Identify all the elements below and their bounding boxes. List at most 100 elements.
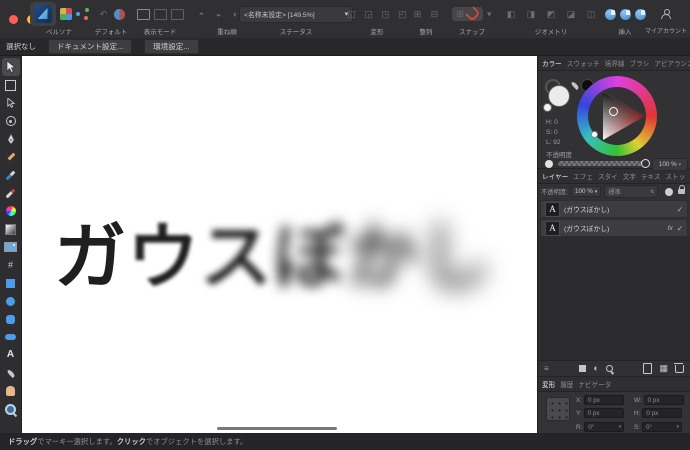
designer-persona-button[interactable] [29, 2, 56, 26]
close-window-button[interactable] [9, 15, 18, 24]
corner-tool[interactable] [2, 112, 20, 130]
text-tool[interactable]: A [2, 346, 20, 364]
paint-brush-tool[interactable] [2, 184, 20, 202]
view-tool[interactable] [2, 382, 20, 400]
document-selector-dropdown[interactable]: <名称未設定> [149.5%] ▾ [239, 5, 353, 23]
geometry-intersect-icon[interactable]: ◩ [545, 8, 558, 20]
transparency-tool[interactable] [2, 220, 20, 238]
move-forward-icon[interactable]: ◒ [212, 8, 225, 20]
snapping-toggle-button[interactable]: ⊞ [452, 6, 483, 22]
flip-vertical-icon[interactable]: ◲ [362, 8, 375, 20]
blend-ranges-icon[interactable]: ≡ [544, 364, 549, 373]
tab-brushes[interactable]: ブラシ [630, 58, 650, 68]
hsl-color-wheel[interactable] [577, 76, 657, 156]
tab-styles[interactable]: スタイ [598, 171, 618, 181]
flip-horizontal-icon[interactable]: ◱ [345, 8, 358, 20]
geometry-combine-icon[interactable]: ◫ [585, 8, 598, 20]
artboard-tool[interactable] [2, 76, 20, 94]
layers-opacity-dropdown[interactable]: 100 % ▾ [570, 186, 602, 197]
swap-colors-icon[interactable] [543, 103, 552, 112]
rectangle-tool[interactable] [2, 274, 20, 292]
layer-row[interactable]: A (ガウスぼかし) fx ✓ [540, 219, 688, 237]
move-tool[interactable] [1, 58, 20, 76]
geometry-subtract-icon[interactable]: ◨ [525, 8, 538, 20]
saturation-lightness-marker[interactable] [591, 131, 598, 138]
preferences-button[interactable]: 環境設定... [144, 39, 199, 54]
live-filter-icon[interactable] [605, 365, 613, 372]
lock-icon[interactable] [678, 185, 685, 194]
x-input[interactable]: 0 px [583, 395, 624, 405]
tab-transform[interactable]: 変形 [542, 379, 555, 389]
pencil-tool[interactable] [2, 148, 20, 166]
zoom-tool[interactable] [2, 400, 20, 418]
tab-stock[interactable]: ストッ [666, 171, 686, 181]
revert-defaults-icon[interactable]: ↶ [97, 8, 110, 20]
fx-icon[interactable]: fx [668, 225, 673, 232]
rotate-cw-icon[interactable]: ◰ [396, 8, 409, 20]
rounded-rectangle-icon [6, 314, 15, 324]
fill-color-well[interactable] [548, 85, 570, 107]
insert-top-icon[interactable] [619, 8, 631, 20]
pen-tool[interactable] [2, 130, 20, 148]
opacity-slider-knob[interactable] [641, 159, 650, 168]
snap-options-chevron-icon[interactable]: ▾ [487, 9, 492, 19]
fill-tool[interactable] [2, 202, 20, 220]
tab-layers[interactable]: レイヤー [542, 171, 568, 181]
add-layer-icon[interactable] [643, 363, 653, 374]
tab-text[interactable]: テキス [641, 171, 661, 181]
place-image-tool[interactable] [2, 238, 20, 256]
tab-character[interactable]: 文字 [623, 171, 636, 181]
distribute-icon[interactable]: ⊟ [428, 8, 441, 20]
move-to-front-icon[interactable]: ◓ [195, 8, 208, 20]
rotation-input[interactable]: 0° ▾ [584, 422, 625, 432]
pixel-persona-icon[interactable] [59, 8, 72, 20]
anchor-point-selector[interactable] [546, 397, 570, 421]
layer-visibility-checkbox[interactable]: ✓ [677, 205, 683, 214]
add-group-icon[interactable]: ▦ [659, 364, 668, 373]
hue-marker[interactable] [609, 107, 618, 116]
tab-effects[interactable]: エフェ [573, 171, 593, 181]
retina-view-icon[interactable] [170, 8, 184, 20]
horizontal-scrollbar[interactable] [217, 427, 337, 430]
color-picker-tool[interactable] [2, 364, 20, 382]
node-tool[interactable] [2, 94, 20, 112]
blend-mode-dropdown[interactable]: 標準 ⇅ [604, 185, 659, 198]
w-input[interactable]: 0 px [643, 395, 684, 405]
shear-input[interactable]: 0° ▾ [641, 422, 682, 432]
rotate-ccw-icon[interactable]: ◳ [379, 8, 392, 20]
tab-history[interactable]: 履歴 [560, 379, 573, 389]
document-setup-button[interactable]: ドキュメント設定... [48, 39, 133, 54]
opacity-slider-track[interactable] [558, 161, 646, 166]
my-account-icon[interactable] [661, 9, 671, 19]
synchronise-defaults-icon[interactable] [114, 8, 125, 20]
adjustment-layer-icon[interactable]: ◐ [593, 364, 598, 373]
ellipse-tool[interactable] [2, 292, 20, 310]
blend-options-gear-icon[interactable] [665, 187, 673, 196]
delete-layer-icon[interactable] [674, 362, 684, 373]
layer-visibility-checkbox[interactable]: ✓ [677, 224, 683, 233]
tab-appearance[interactable]: アピアランス [654, 58, 690, 68]
vector-brush-tool[interactable] [2, 166, 20, 184]
mask-layer-icon[interactable] [579, 365, 587, 372]
export-persona-icon[interactable] [75, 8, 89, 20]
color-picker-icon[interactable] [570, 80, 580, 91]
layer-row[interactable]: A (ガウスぼかし) ✓ [540, 200, 688, 218]
r-label: R: [576, 423, 583, 431]
y-input[interactable]: 0 px [583, 408, 624, 418]
tab-stroke[interactable]: 境界線 [605, 58, 625, 68]
geometry-add-icon[interactable]: ◧ [505, 8, 518, 20]
vector-view-icon[interactable] [136, 8, 150, 20]
opacity-value-field[interactable]: 100 % ▾ [652, 158, 688, 171]
align-icon[interactable]: ⊞ [411, 8, 424, 20]
vector-crop-tool[interactable]: # [2, 256, 20, 274]
document-canvas[interactable]: ガウスぼかし [22, 56, 537, 433]
tab-swatches[interactable]: スウォッチ [567, 58, 600, 68]
shape-tool[interactable] [2, 328, 20, 346]
rounded-rectangle-tool[interactable] [2, 310, 20, 328]
h-input[interactable]: 0 px [642, 408, 683, 418]
geometry-divide-icon[interactable]: ◪ [565, 8, 578, 20]
tab-color[interactable]: カラー [542, 58, 562, 68]
pixel-view-icon[interactable] [153, 8, 167, 20]
insert-behind-icon[interactable] [604, 8, 616, 20]
tab-navigator[interactable]: ナビゲータ [578, 379, 611, 389]
